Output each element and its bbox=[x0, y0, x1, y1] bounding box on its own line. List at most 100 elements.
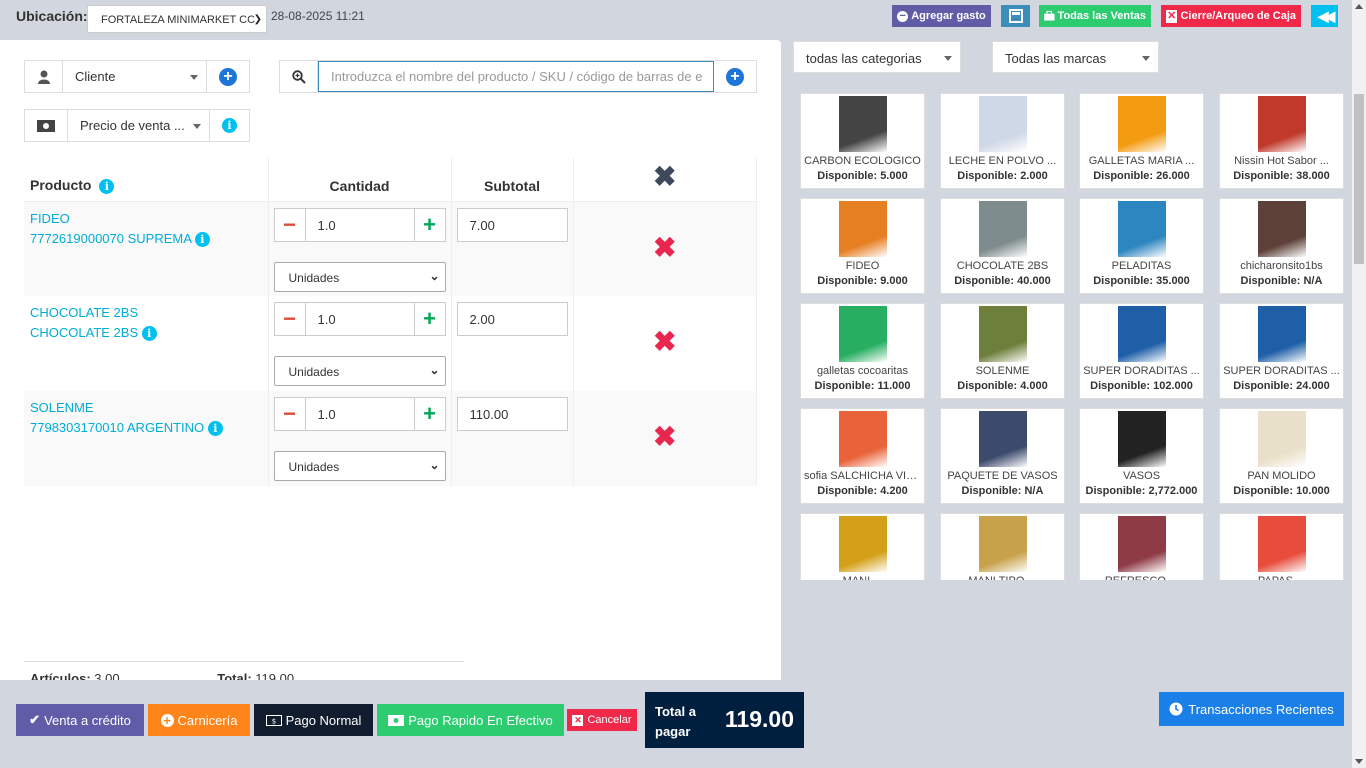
cart-product-sku[interactable]: 7772619000070 SUPREMA bbox=[30, 231, 191, 246]
product-card[interactable]: LECHE EN POLVO ... Disponible: 2.000 bbox=[940, 93, 1065, 189]
info-icon[interactable]: i bbox=[141, 326, 157, 342]
remove-row-icon[interactable]: ✖ bbox=[574, 296, 757, 358]
scroll-thumb[interactable] bbox=[1354, 94, 1364, 264]
calculator-button[interactable] bbox=[1001, 5, 1030, 27]
info-icon[interactable]: i bbox=[207, 421, 223, 437]
product-card[interactable]: SOLENME Disponible: 4.000 bbox=[940, 303, 1065, 399]
product-name: sofia SALCHICHA VIEN... bbox=[804, 470, 924, 482]
info-icon: i bbox=[222, 118, 237, 133]
butcher-button[interactable]: + Carnicería bbox=[148, 704, 250, 736]
all-sales-button[interactable]: Todas las Ventas bbox=[1039, 5, 1151, 27]
cart-product-name[interactable]: CHOCOLATE 2BS bbox=[30, 303, 262, 323]
add-product-button[interactable]: + bbox=[714, 61, 756, 92]
decrease-qty-button[interactable]: − bbox=[275, 208, 306, 241]
cart-table: Producto i Cantidad Subtotal ✖ FIDEO 777… bbox=[24, 158, 757, 486]
cash-close-button[interactable]: ✕ Cierre/Arqueo de Caja bbox=[1161, 5, 1301, 27]
check-icon: ✔ bbox=[29, 712, 41, 727]
product-card[interactable]: VASOS Disponible: 2,772.000 bbox=[1079, 408, 1204, 504]
product-card[interactable]: SUPER DORADITAS ... Disponible: 24.000 bbox=[1219, 303, 1344, 399]
credit-sale-button[interactable]: ✔ Venta a crédito bbox=[16, 704, 144, 736]
product-card[interactable]: GALLETAS MARIA ... Disponible: 26.000 bbox=[1079, 93, 1204, 189]
product-card[interactable]: PELADITAS Disponible: 35.000 bbox=[1079, 198, 1204, 294]
product-name: SUPER DORADITAS ... bbox=[1083, 365, 1200, 377]
qty-input[interactable]: 1.0 bbox=[306, 209, 414, 241]
location-select[interactable]: FORTALEZA MINIMARKET CC ❯ bbox=[87, 5, 267, 33]
product-card[interactable]: PAPAS ... bbox=[1219, 513, 1344, 580]
increase-qty-button[interactable]: + bbox=[413, 303, 445, 335]
cart-product-sku[interactable]: CHOCOLATE 2BS bbox=[30, 325, 138, 340]
qty-input[interactable]: 1.0 bbox=[306, 398, 414, 430]
add-expense-button[interactable]: − Agregar gasto bbox=[892, 5, 991, 27]
product-card[interactable]: MANI TIPO ... bbox=[940, 513, 1065, 580]
increase-qty-button[interactable]: + bbox=[413, 208, 445, 241]
product-card[interactable]: SUPER DORADITAS ... Disponible: 102.000 bbox=[1079, 303, 1204, 399]
product-card[interactable]: FIDEO Disponible: 9.000 bbox=[800, 198, 925, 294]
unit-select[interactable]: Unidades ⌄ bbox=[273, 451, 446, 481]
qty-input[interactable]: 1.0 bbox=[306, 303, 414, 335]
subtotal-input[interactable]: 110.00 bbox=[456, 397, 568, 431]
cart-remove-cell: ✖ bbox=[573, 201, 757, 296]
recent-transactions-button[interactable]: Transacciones Recientes bbox=[1159, 692, 1344, 726]
scroll-up-icon[interactable] bbox=[1355, 4, 1363, 9]
product-card[interactable]: REFRESCO ... bbox=[1079, 513, 1204, 580]
col-subtotal: Subtotal bbox=[451, 158, 574, 202]
product-card[interactable]: CARBON ECOLOGICO Disponible: 5.000 bbox=[800, 93, 925, 189]
product-card[interactable]: Nissin Hot Sabor ... Disponible: 38.000 bbox=[1219, 93, 1344, 189]
product-card[interactable]: sofia SALCHICHA VIEN... Disponible: 4.200 bbox=[800, 408, 925, 504]
product-image bbox=[1257, 201, 1306, 257]
unit-select[interactable]: Unidades ⌄ bbox=[273, 261, 446, 292]
customer-select[interactable]: Cliente bbox=[63, 61, 207, 92]
quick-cash-payment-button[interactable]: Pago Rapido En Efectivo bbox=[377, 704, 564, 736]
category-filter[interactable]: todas las categorias bbox=[793, 41, 961, 73]
subtotal-input[interactable]: 7.00 bbox=[456, 207, 568, 242]
subtotal-input[interactable]: 2.00 bbox=[456, 302, 568, 336]
product-name: REFRESCO ... bbox=[1080, 575, 1203, 580]
collapse-button[interactable]: ◀◀ bbox=[1311, 5, 1338, 27]
dropdown-arrow-icon bbox=[944, 56, 952, 61]
product-card[interactable]: chicharonsito1bs Disponible: N/A bbox=[1219, 198, 1344, 294]
clear-all-icon[interactable]: ✖ bbox=[653, 161, 676, 192]
product-availability: Disponible: 11.000 bbox=[814, 380, 911, 392]
product-availability: Disponible: 24.000 bbox=[1233, 380, 1330, 392]
cart-product-name[interactable]: SOLENME bbox=[30, 398, 262, 418]
price-group-select[interactable]: Precio de venta ... bbox=[68, 110, 210, 141]
increase-qty-button[interactable]: + bbox=[413, 398, 445, 430]
product-name: MANI TIPO ... bbox=[941, 575, 1064, 580]
cart-product-sku[interactable]: 7798303170010 ARGENTINO bbox=[30, 420, 204, 435]
decrease-qty-button[interactable]: − bbox=[275, 398, 306, 430]
price-info-button[interactable]: i bbox=[210, 110, 249, 141]
product-name: LECHE EN POLVO ... bbox=[948, 155, 1057, 167]
cancel-button[interactable]: ✕ Cancelar bbox=[567, 709, 637, 731]
product-image bbox=[1257, 306, 1306, 362]
page-scrollbar[interactable] bbox=[1352, 0, 1366, 768]
scroll-down-icon[interactable] bbox=[1355, 759, 1363, 764]
remove-row-icon[interactable]: ✖ bbox=[574, 391, 757, 453]
product-name: Nissin Hot Sabor ... bbox=[1234, 155, 1329, 167]
totals-divider bbox=[24, 661, 464, 662]
remove-row-icon[interactable]: ✖ bbox=[574, 202, 757, 264]
unit-select[interactable]: Unidades ⌄ bbox=[273, 356, 446, 386]
product-availability: Disponible: 38.000 bbox=[1233, 170, 1330, 182]
product-card[interactable]: CHOCOLATE 2BS Disponible: 40.000 bbox=[940, 198, 1065, 294]
product-image bbox=[1257, 411, 1306, 467]
brand-filter[interactable]: Todas las marcas bbox=[992, 41, 1159, 73]
product-image bbox=[1117, 411, 1166, 467]
normal-payment-button[interactable]: $ Pago Normal bbox=[254, 704, 373, 736]
cart-product-name[interactable]: FIDEO bbox=[30, 209, 262, 229]
product-card[interactable]: MANI ... bbox=[800, 513, 925, 580]
product-card[interactable]: PAQUETE DE VASOS Disponible: N/A bbox=[940, 408, 1065, 504]
product-image bbox=[1117, 201, 1166, 257]
info-icon[interactable]: i bbox=[194, 231, 210, 247]
user-icon bbox=[25, 61, 63, 92]
product-name: GALLETAS MARIA ... bbox=[1088, 155, 1195, 167]
recent-transactions-label: Transacciones Recientes bbox=[1188, 701, 1334, 717]
add-customer-button[interactable]: + bbox=[207, 61, 249, 92]
product-search-input[interactable]: Introduzca el nombre del producto / SKU … bbox=[318, 61, 714, 92]
credit-sale-label: Venta a crédito bbox=[44, 712, 131, 728]
cart-remove-cell: ✖ bbox=[573, 296, 757, 391]
decrease-qty-button[interactable]: − bbox=[275, 303, 306, 335]
product-card[interactable]: galletas cocoaritas Disponible: 11.000 bbox=[800, 303, 925, 399]
product-card[interactable]: PAN MOLIDO Disponible: 10.000 bbox=[1219, 408, 1344, 504]
info-icon[interactable]: i bbox=[99, 178, 115, 194]
total-payable-value: 119.00 bbox=[724, 706, 794, 732]
